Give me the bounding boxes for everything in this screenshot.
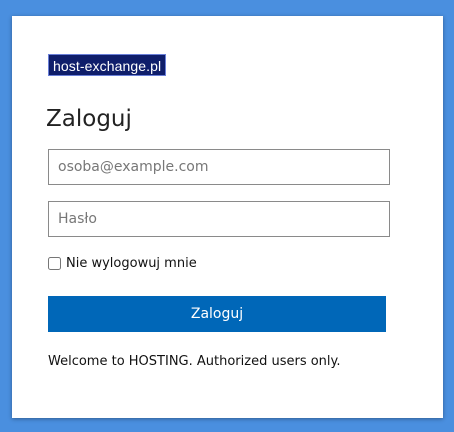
host-exchange-logo: host-exchange.pl — [48, 54, 167, 76]
remember-me-checkbox[interactable] — [48, 257, 61, 270]
page-title: Zaloguj — [46, 106, 132, 132]
password-field[interactable] — [48, 201, 390, 237]
login-card: host-exchange.pl Zaloguj Nie wylogowuj m… — [12, 16, 443, 418]
remember-me-label: Nie wylogowuj mnie — [66, 256, 197, 271]
welcome-notice: Welcome to HOSTING. Authorized users onl… — [48, 354, 341, 369]
sign-in-button[interactable]: Zaloguj — [48, 296, 386, 332]
remember-me-option[interactable]: Nie wylogowuj mnie — [48, 256, 197, 271]
email-field[interactable] — [48, 149, 390, 185]
